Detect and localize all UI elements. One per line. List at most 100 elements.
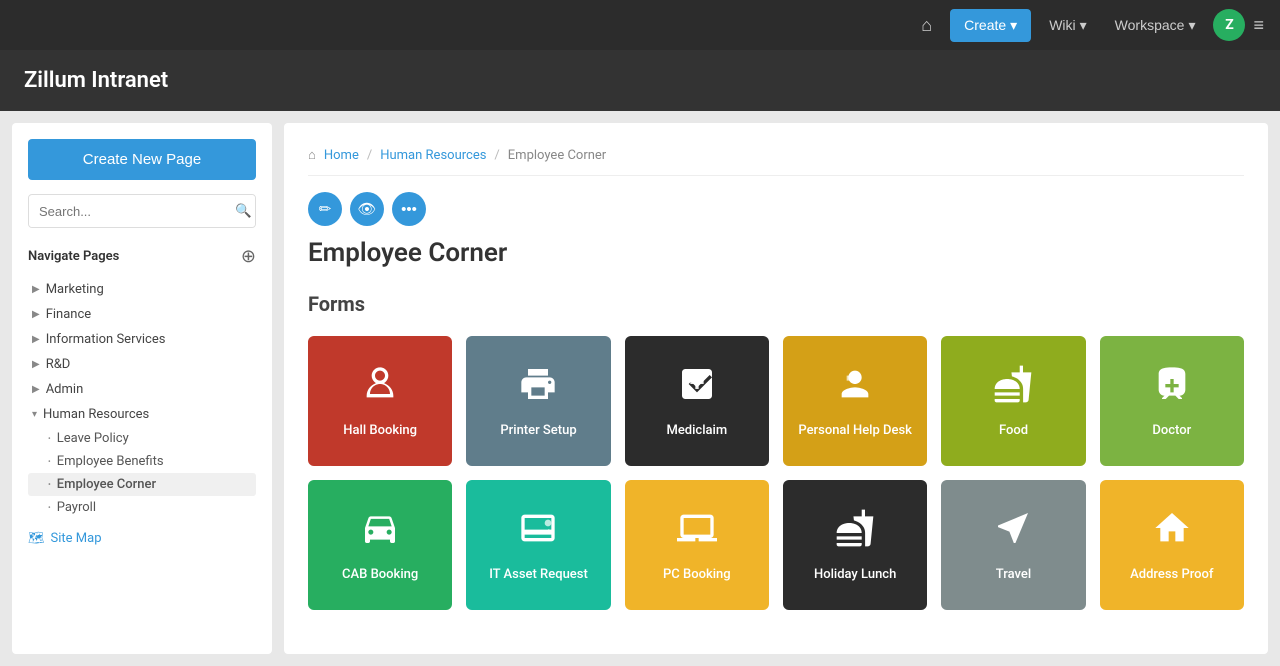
sidebar-subitem-label: Leave Policy [57, 431, 129, 446]
sidebar-item-human-resources[interactable]: ▾ Human Resources [28, 402, 256, 427]
arrow-icon: ▶ [32, 384, 40, 395]
brand-title: Zillum Intranet [24, 68, 1256, 93]
sidebar-item-label: Marketing [46, 282, 104, 297]
form-card-cab-booking[interactable]: CAB Booking [308, 480, 452, 610]
form-card-personal-help-desk[interactable]: Personal Help Desk [783, 336, 927, 466]
sidebar-subitem-leave-policy[interactable]: • Leave Policy [28, 427, 256, 450]
breadcrumb-separator: / [494, 148, 499, 163]
edit-button[interactable]: ✏ [308, 192, 342, 226]
sidebar-item-label: Human Resources [43, 407, 149, 422]
it-asset-request-icon [518, 508, 558, 557]
form-card-mediclaim[interactable]: Mediclaim [625, 336, 769, 466]
sidebar-item-finance[interactable]: ▶ Finance [28, 302, 256, 327]
search-input[interactable] [29, 196, 225, 227]
cab-booking-icon [360, 508, 400, 557]
wiki-label: Wiki [1049, 17, 1075, 33]
hamburger-menu-button[interactable]: ≡ [1253, 15, 1264, 36]
form-card-label: Doctor [1152, 423, 1191, 438]
travel-icon [993, 508, 1033, 557]
navigate-pages-label: Navigate Pages [28, 249, 119, 264]
mediclaim-icon [677, 364, 717, 413]
sitemap-icon: 🗺 [28, 531, 45, 546]
forms-section-title: Forms [308, 292, 1244, 316]
create-chevron-icon: ▾ [1010, 17, 1017, 34]
workspace-chevron-icon: ▾ [1188, 17, 1195, 34]
personal-help-desk-icon [835, 364, 875, 413]
breadcrumb-current: Employee Corner [508, 148, 606, 163]
sidebar-item-label: Information Services [46, 332, 166, 347]
form-card-label: Mediclaim [666, 423, 727, 438]
arrow-icon: ▾ [32, 409, 37, 420]
sidebar: Create New Page 🔍 Navigate Pages ⊕ ▶ Mar… [12, 123, 272, 654]
navigate-pages-header: Navigate Pages ⊕ [28, 246, 256, 267]
search-icon: 🔍 [235, 203, 252, 218]
hall-booking-icon [360, 364, 400, 413]
breadcrumb: ⌂ Home / Human Resources / Employee Corn… [308, 147, 1244, 176]
home-icon: ⌂ [308, 147, 316, 163]
add-nav-button[interactable]: ⊕ [241, 246, 256, 267]
sitemap-link[interactable]: 🗺 Site Map [28, 531, 256, 546]
form-card-doctor[interactable]: Doctor [1100, 336, 1244, 466]
form-card-hall-booking[interactable]: Hall Booking [308, 336, 452, 466]
form-card-label: Printer Setup [500, 423, 576, 438]
breadcrumb-parent[interactable]: Human Resources [380, 148, 486, 163]
sidebar-item-information-services[interactable]: ▶ Information Services [28, 327, 256, 352]
create-label: Create [964, 17, 1006, 33]
sidebar-item-marketing[interactable]: ▶ Marketing [28, 277, 256, 302]
breadcrumb-separator: / [367, 148, 372, 163]
more-options-button[interactable]: ••• [392, 192, 426, 226]
breadcrumb-home[interactable]: Home [324, 148, 359, 163]
sidebar-item-label: R&D [46, 357, 71, 372]
bullet-icon: • [48, 434, 51, 443]
wiki-chevron-icon: ▾ [1080, 17, 1087, 34]
form-card-travel[interactable]: Travel [941, 480, 1085, 610]
sidebar-subitem-employee-corner[interactable]: • Employee Corner [28, 473, 256, 496]
page-title: Employee Corner [308, 238, 1244, 268]
form-card-food[interactable]: Food [941, 336, 1085, 466]
avatar[interactable]: Z [1213, 9, 1245, 41]
sidebar-item-admin[interactable]: ▶ Admin [28, 377, 256, 402]
pc-booking-icon [677, 508, 717, 557]
create-new-page-button[interactable]: Create New Page [28, 139, 256, 180]
form-card-it-asset-request[interactable]: IT Asset Request [466, 480, 610, 610]
sidebar-item-rnd[interactable]: ▶ R&D [28, 352, 256, 377]
content-area: ⌂ Home / Human Resources / Employee Corn… [284, 123, 1268, 654]
main-layout: Create New Page 🔍 Navigate Pages ⊕ ▶ Mar… [0, 111, 1280, 666]
doctor-icon [1152, 364, 1192, 413]
arrow-icon: ▶ [32, 284, 40, 295]
view-button[interactable]: 👁 [350, 192, 384, 226]
wiki-button[interactable]: Wiki ▾ [1039, 9, 1096, 42]
form-card-label: Hall Booking [343, 423, 417, 438]
bullet-icon: • [48, 457, 51, 466]
form-card-label: Holiday Lunch [814, 567, 896, 582]
sidebar-item-label: Admin [46, 382, 84, 397]
food-icon [993, 364, 1033, 413]
search-button[interactable]: 🔍 [225, 195, 256, 227]
form-card-label: Food [999, 423, 1028, 438]
form-card-pc-booking[interactable]: PC Booking [625, 480, 769, 610]
workspace-button[interactable]: Workspace ▾ [1105, 9, 1206, 42]
home-button[interactable]: ⌂ [911, 9, 942, 42]
bullet-icon: • [48, 503, 51, 512]
sidebar-item-label: Finance [46, 307, 91, 322]
sitemap-label: Site Map [51, 531, 102, 546]
form-card-holiday-lunch[interactable]: Holiday Lunch [783, 480, 927, 610]
bullet-icon: • [48, 480, 51, 489]
arrow-icon: ▶ [32, 359, 40, 370]
form-card-address-proof[interactable]: Address Proof [1100, 480, 1244, 610]
form-card-label: Personal Help Desk [798, 423, 912, 438]
search-box: 🔍 [28, 194, 256, 228]
sidebar-subitem-payroll[interactable]: • Payroll [28, 496, 256, 519]
brand-bar: Zillum Intranet [0, 50, 1280, 111]
sidebar-subitem-label: Payroll [57, 500, 96, 515]
create-button[interactable]: Create ▾ [950, 9, 1031, 42]
form-card-label: Travel [996, 567, 1031, 582]
form-card-printer-setup[interactable]: Printer Setup [466, 336, 610, 466]
form-card-label: PC Booking [663, 567, 731, 582]
address-proof-icon [1152, 508, 1192, 557]
sidebar-subitem-employee-benefits[interactable]: • Employee Benefits [28, 450, 256, 473]
forms-grid: Hall Booking Printer Setup Mediclaim [308, 336, 1244, 610]
sidebar-subitem-label: Employee Benefits [57, 454, 164, 469]
action-buttons: ✏ 👁 ••• [308, 192, 1244, 226]
form-card-label: IT Asset Request [489, 567, 588, 582]
